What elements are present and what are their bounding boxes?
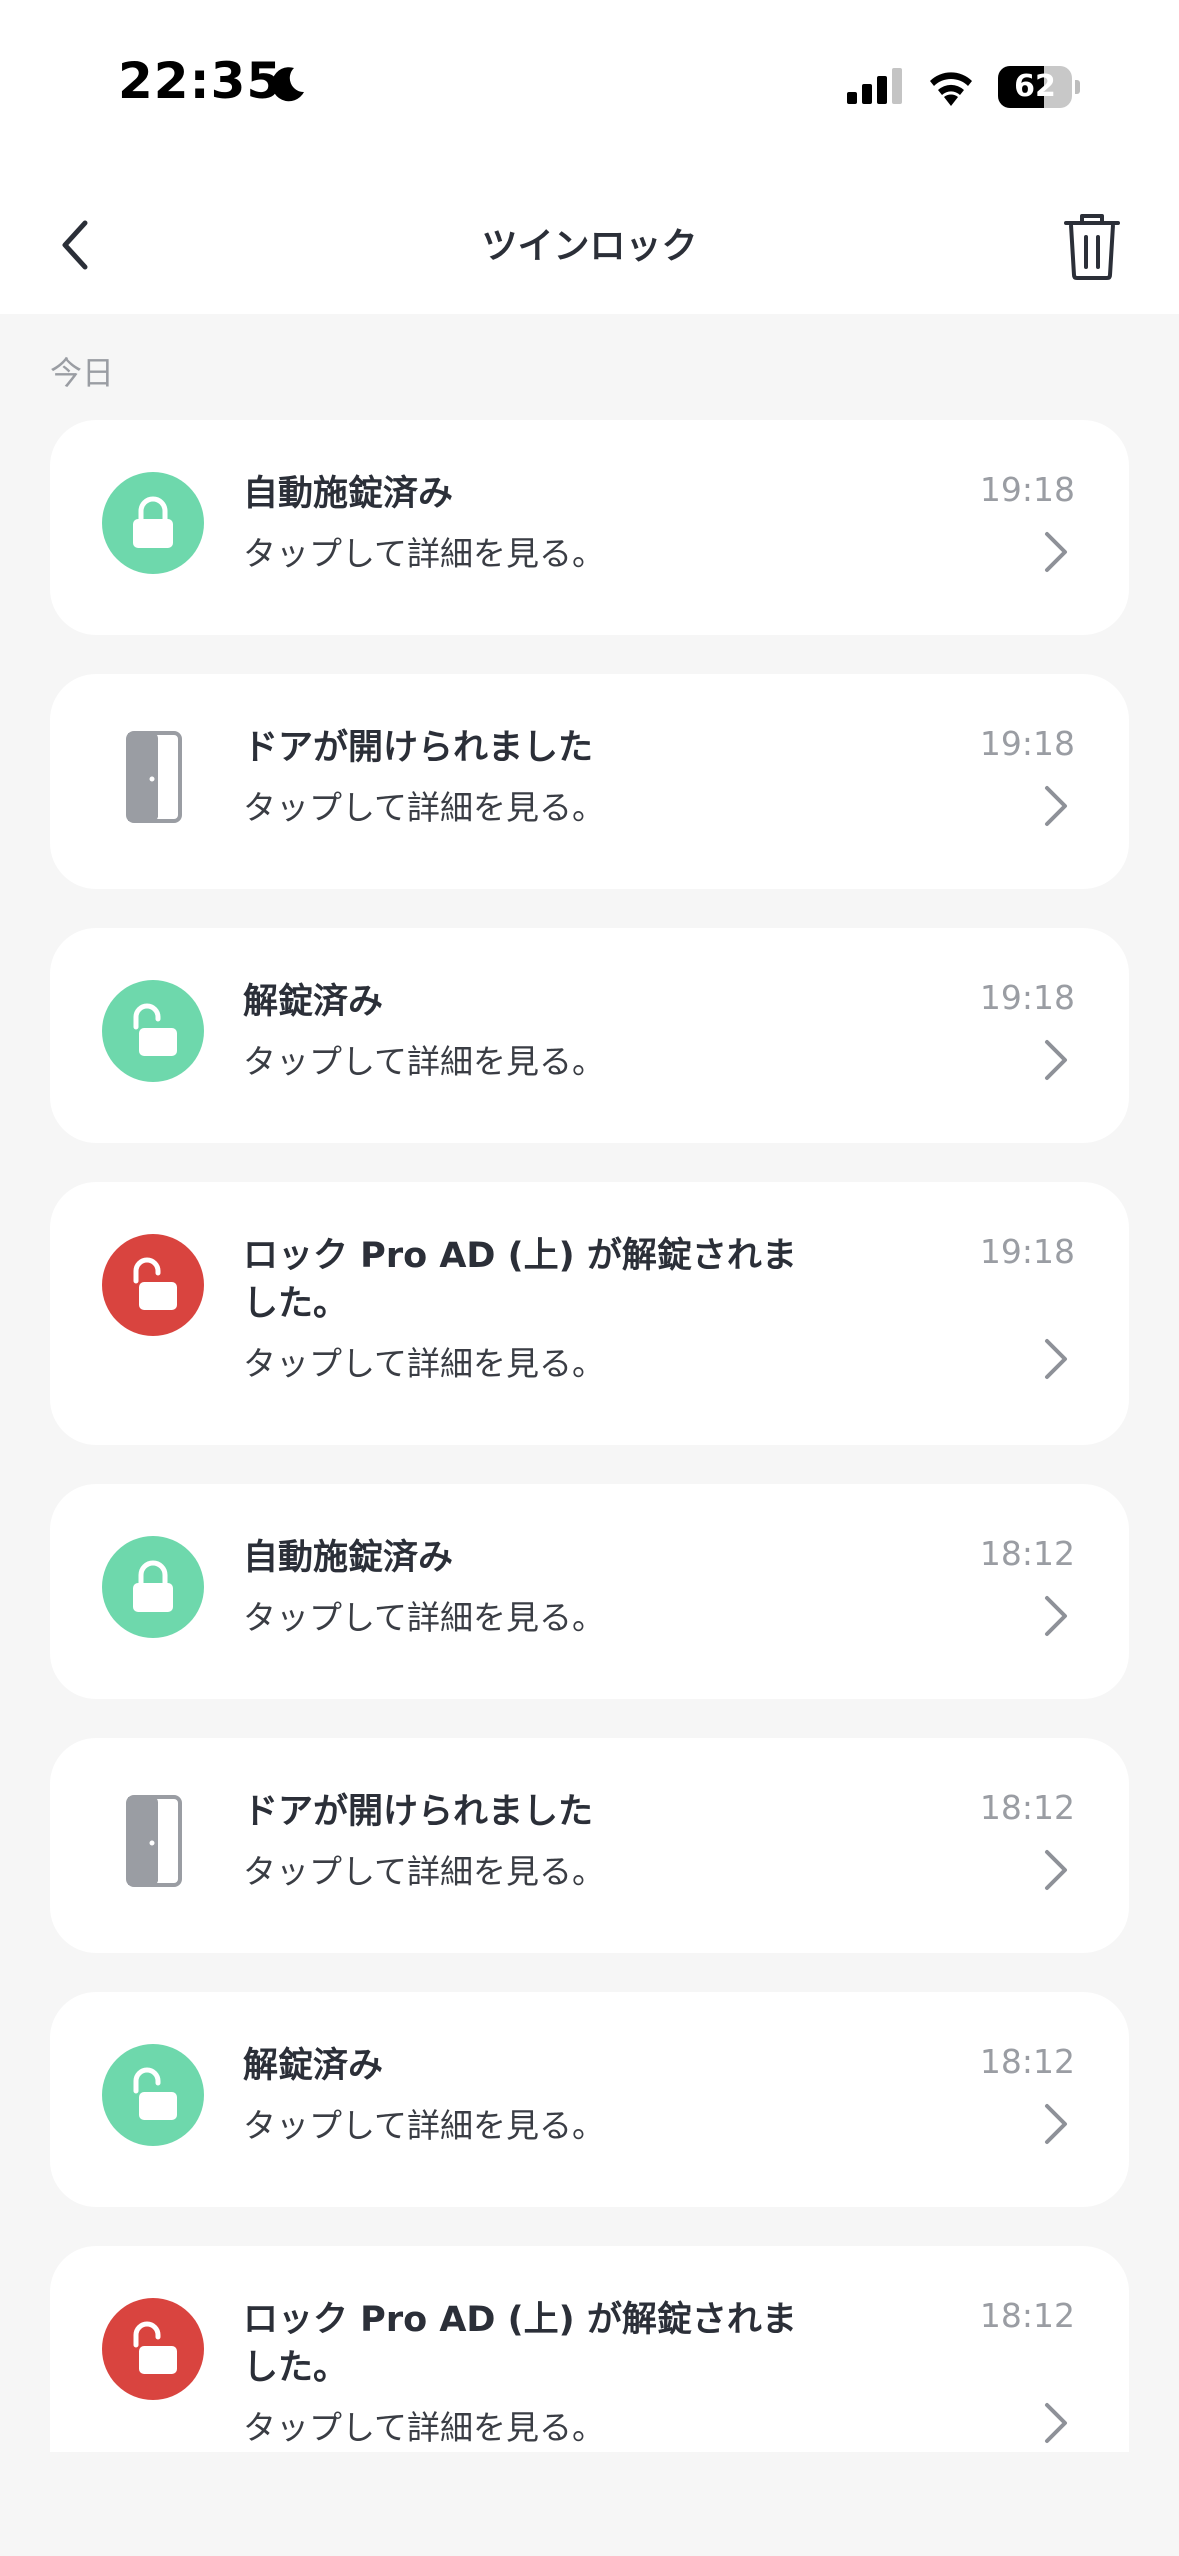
event-subtitle: タップして詳細を見る。 bbox=[243, 1344, 606, 1383]
event-card[interactable]: ロック Pro AD (上) が解錠されました。タップして詳細を見る。 19:18 bbox=[50, 1182, 1129, 1445]
event-title: 解錠済み bbox=[243, 982, 384, 1022]
lock-open-icon bbox=[102, 980, 204, 1082]
event-time: 18:12 bbox=[979, 1534, 1075, 1573]
event-title: 解錠済み bbox=[243, 2046, 384, 2086]
lock-closed-icon bbox=[102, 1536, 204, 1638]
event-card[interactable]: 自動施錠済みタップして詳細を見る。 19:18 bbox=[50, 420, 1129, 635]
door-open-icon bbox=[102, 726, 204, 828]
door-open-icon bbox=[102, 1790, 204, 1892]
event-title: 自動施錠済み bbox=[243, 474, 454, 514]
chevron-right-icon bbox=[1045, 1040, 1067, 1080]
lock-closed-icon bbox=[102, 472, 204, 574]
event-subtitle: タップして詳細を見る。 bbox=[243, 788, 606, 827]
event-card[interactable]: ロック Pro AD (上) が解錠されました。タップして詳細を見る。 18:12 bbox=[50, 2246, 1129, 2452]
lock-open-icon bbox=[102, 2298, 204, 2400]
event-time: 18:12 bbox=[979, 1788, 1075, 1827]
event-time: 18:12 bbox=[979, 2296, 1075, 2335]
chevron-right-icon bbox=[1045, 2403, 1067, 2443]
event-title: ロック Pro AD (上) が解錠されました。 bbox=[243, 2300, 797, 2388]
chevron-right-icon bbox=[1045, 1339, 1067, 1379]
event-subtitle: タップして詳細を見る。 bbox=[243, 1598, 606, 1637]
event-title: ドアが開けられました bbox=[243, 728, 594, 768]
event-time: 18:12 bbox=[979, 2042, 1075, 2081]
lock-open-icon bbox=[102, 1234, 204, 1336]
chevron-right-icon bbox=[1045, 1850, 1067, 1890]
event-card[interactable]: ドアが開けられました タップして詳細を見る。 18:12 bbox=[50, 1738, 1129, 1953]
event-time: 19:18 bbox=[979, 724, 1075, 763]
event-subtitle: タップして詳細を見る。 bbox=[243, 534, 606, 573]
event-card[interactable]: 自動施錠済みタップして詳細を見る。 18:12 bbox=[50, 1484, 1129, 1699]
event-card[interactable]: 解錠済みタップして詳細を見る。 19:18 bbox=[50, 928, 1129, 1143]
chevron-right-icon bbox=[1045, 532, 1067, 572]
event-card[interactable]: 解錠済みタップして詳細を見る。 18:12 bbox=[50, 1992, 1129, 2207]
event-card[interactable]: ドアが開けられました タップして詳細を見る。 19:18 bbox=[50, 674, 1129, 889]
event-title: 自動施錠済み bbox=[243, 1538, 454, 1578]
event-list: 自動施錠済み タップして詳細を見る。 19:18 ドアが開けられました タップして詳細を… bbox=[0, 0, 1179, 2452]
lock-open-icon bbox=[102, 2044, 204, 2146]
event-title: ロック Pro AD (上) が解錠されました。 bbox=[243, 1236, 797, 1324]
chevron-right-icon bbox=[1045, 786, 1067, 826]
event-subtitle: タップして詳細を見る。 bbox=[243, 1852, 606, 1891]
event-subtitle: タップして詳細を見る。 bbox=[243, 2106, 606, 2145]
chevron-right-icon bbox=[1045, 1596, 1067, 1636]
event-time: 19:18 bbox=[979, 978, 1075, 1017]
event-subtitle: タップして詳細を見る。 bbox=[243, 2408, 606, 2447]
chevron-right-icon bbox=[1045, 2104, 1067, 2144]
event-time: 19:18 bbox=[979, 470, 1075, 509]
event-title: ドアが開けられました bbox=[243, 1792, 594, 1832]
event-subtitle: タップして詳細を見る。 bbox=[243, 1042, 606, 1081]
event-time: 19:18 bbox=[979, 1232, 1075, 1271]
